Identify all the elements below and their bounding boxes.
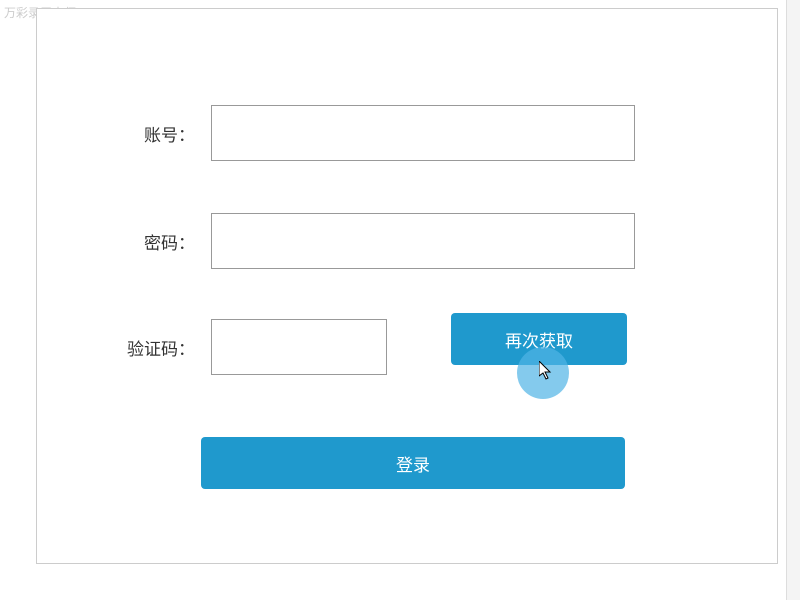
get-captcha-button[interactable]: 再次获取 bbox=[451, 313, 627, 365]
login-form-container: 账号： 密码： 验证码： 再次获取 登录 bbox=[36, 8, 778, 564]
captcha-input[interactable] bbox=[211, 319, 387, 375]
password-input[interactable] bbox=[211, 213, 635, 269]
captcha-label: 验证码： bbox=[109, 335, 195, 360]
account-row: 账号： bbox=[127, 105, 635, 161]
account-input[interactable] bbox=[211, 105, 635, 161]
account-label: 账号： bbox=[127, 121, 195, 146]
password-row: 密码： bbox=[127, 213, 635, 269]
password-label: 密码： bbox=[127, 229, 195, 254]
login-button[interactable]: 登录 bbox=[201, 437, 625, 489]
right-edge-panel bbox=[786, 0, 800, 600]
captcha-row: 验证码： bbox=[109, 319, 387, 375]
